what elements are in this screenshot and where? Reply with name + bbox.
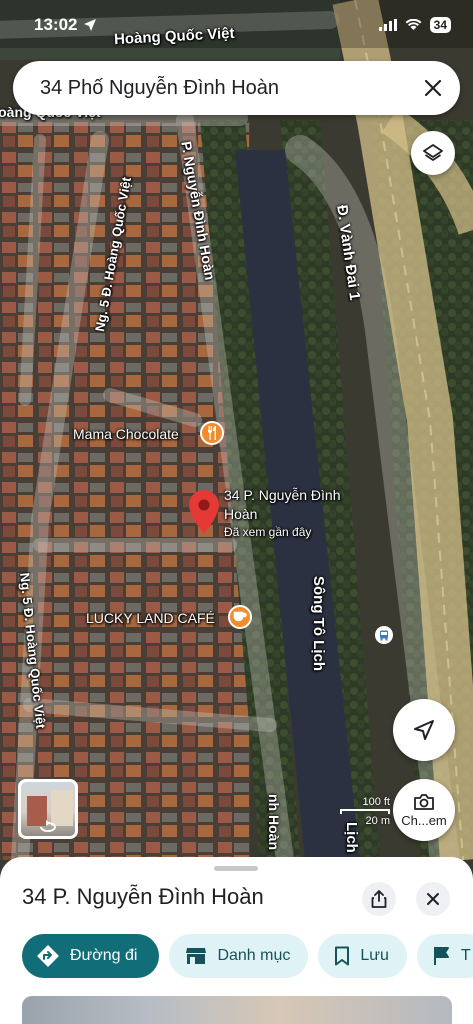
directions-button[interactable]: Đường đi — [22, 934, 160, 978]
store-icon — [186, 948, 207, 964]
share-icon — [371, 890, 387, 908]
camera-icon — [414, 793, 434, 810]
place-bottom-sheet[interactable]: 34 P. Nguyễn Đình Hoàn Đường đi Danh mục — [0, 857, 473, 1024]
share-button[interactable] — [362, 882, 396, 916]
directions-icon — [37, 945, 59, 967]
place-title: 34 P. Nguyễn Đình Hoàn — [22, 884, 264, 909]
label-nguyen-dinh-hoan-bottom: nh Hoàn — [266, 794, 282, 850]
place-photos[interactable] — [22, 996, 452, 1024]
search-bar[interactable]: 34 Phố Nguyễn Đình Hoàn — [13, 61, 460, 115]
label-song-to-lich: Sông Tô Lịch — [310, 576, 327, 671]
bus-stop-icon[interactable] — [375, 626, 393, 644]
save-label: Lưu — [360, 947, 389, 964]
battery-indicator: 34 — [429, 17, 451, 33]
category-label: Danh mục — [217, 947, 291, 964]
poi-mama-chocolate-label[interactable]: Mama Chocolate — [73, 426, 179, 442]
cellular-signal-icon — [378, 19, 397, 31]
selected-place-label-line2: Hoàn — [224, 506, 258, 522]
cafe-icon[interactable] — [228, 605, 252, 629]
more-chip[interactable]: T — [416, 934, 473, 978]
selected-place-subtext: Đã xem gần đây — [224, 525, 312, 539]
selected-place-label-line1: 34 P. Nguyễn Đình — [224, 487, 341, 503]
layers-button[interactable] — [411, 131, 455, 175]
my-location-button[interactable] — [393, 699, 455, 761]
street-view-thumbnail[interactable] — [18, 779, 78, 839]
selected-location-pin-icon[interactable] — [189, 490, 219, 534]
navigation-arrow-icon — [414, 720, 434, 740]
search-query[interactable]: 34 Phố Nguyễn Đình Hoàn — [40, 77, 424, 100]
bookmark-icon — [335, 946, 350, 966]
scale-bottom-label: 20 m — [365, 815, 390, 827]
directions-label: Đường đi — [70, 947, 138, 964]
sheet-grabber[interactable] — [214, 866, 258, 871]
status-time: 13:02 — [34, 15, 78, 34]
poi-lucky-land-label[interactable]: LUCKY LAND CAFÉ — [86, 610, 215, 626]
wifi-icon — [405, 19, 422, 30]
rotate-360-icon — [40, 820, 56, 832]
save-button[interactable]: Lưu — [318, 934, 407, 978]
layers-icon — [423, 144, 443, 161]
status-bar: 13:02 34 — [34, 14, 451, 36]
street-view-button-label: Ch...em — [401, 812, 447, 828]
category-button[interactable]: Danh mục — [169, 934, 309, 978]
action-chips: Đường đi Danh mục Lưu T — [22, 934, 473, 978]
map-scale: 100 ft 20 m — [340, 796, 390, 827]
scale-top-label: 100 ft — [362, 796, 390, 808]
more-chip-label: T — [460, 947, 471, 964]
close-sheet-button[interactable] — [416, 882, 450, 916]
street-view-button[interactable]: Ch...em — [393, 779, 455, 841]
close-icon — [427, 893, 439, 905]
location-arrow-icon — [84, 19, 97, 31]
close-icon[interactable] — [424, 79, 442, 97]
flag-icon — [433, 947, 449, 965]
restaurant-icon[interactable] — [200, 421, 224, 445]
